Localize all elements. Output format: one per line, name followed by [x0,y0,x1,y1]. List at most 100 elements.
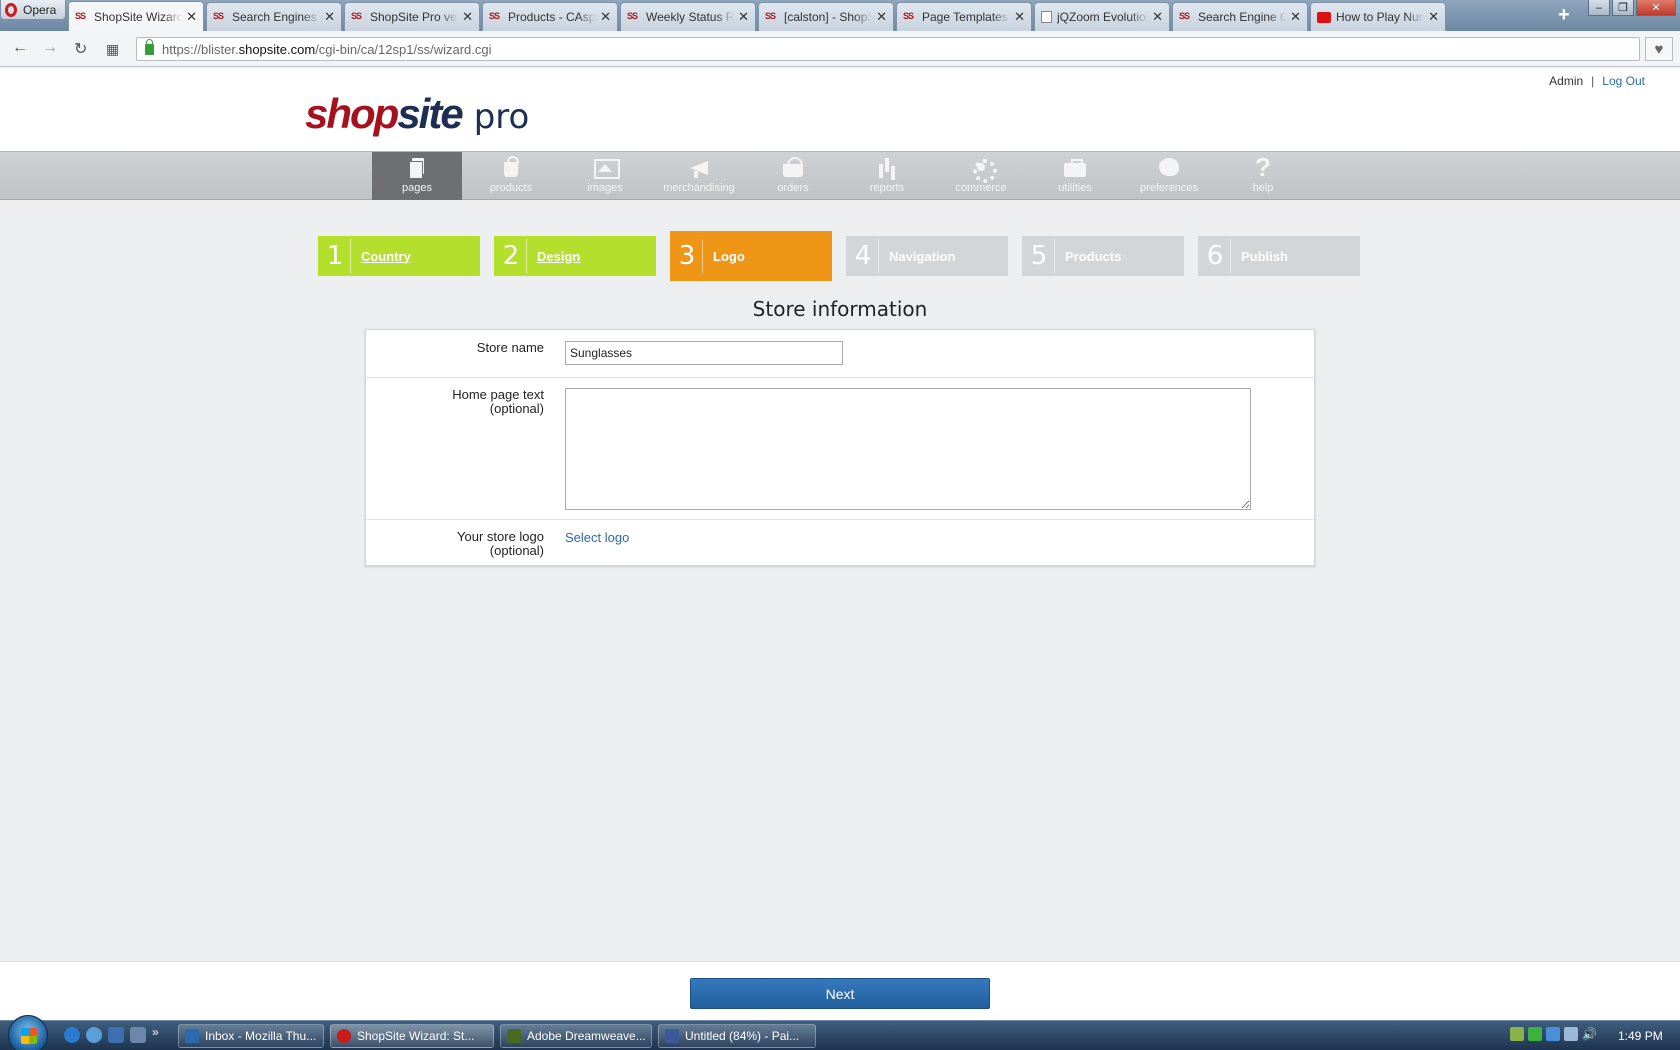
taskbar-item-label: Adobe Dreamweave... [527,1029,646,1043]
desktop-icon[interactable] [108,1027,124,1043]
start-button[interactable] [8,1015,48,1050]
wizard-step-publish: 6 Publish [1198,236,1360,276]
tab-close-icon[interactable]: ✕ [324,9,335,25]
restore-icon[interactable]: ❐ [1612,0,1634,16]
address-bar: ← → ↻ ▦ https://blister.shopsite.com/cgi… [0,31,1680,67]
taskbar-item-label: Untitled (84%) - Pai... [685,1029,800,1043]
tab-title: [calston] - ShopSi [784,10,873,24]
nav-label: orders [777,182,809,194]
tab-close-icon[interactable]: ✕ [186,9,197,25]
browser-tab[interactable]: SS Page Templates in ✕ [896,2,1032,31]
pages-icon [406,156,428,179]
page-header: shop site pro Admin | Log Out [0,68,1680,151]
browser-tab[interactable]: jQZoom Evolution ✕ [1034,2,1170,31]
bookmark-heart-icon[interactable]: ♥ [1645,37,1673,61]
nav-item-commerce[interactable]: commerce [936,152,1026,200]
link-separator: | [1591,74,1595,88]
minimize-icon[interactable]: – [1588,0,1610,16]
step-label: Navigation [889,248,956,264]
back-arrow-icon[interactable]: ← [12,39,28,57]
wizard-step-design[interactable]: 2 Design [494,236,656,276]
volume-icon[interactable]: 🔊 [1582,1027,1597,1041]
nav-item-help[interactable]: ? help [1218,152,1308,200]
shopsite-favicon-icon: SS [351,11,362,21]
step-number: 3 [678,241,696,271]
basket-icon [782,156,804,178]
tab-close-icon[interactable]: ✕ [876,9,887,25]
url-field[interactable]: https://blister.shopsite.com/cgi-bin/ca/… [136,37,1640,61]
nav-item-merchandising[interactable]: merchandising [654,152,744,200]
quicklaunch-more-icon[interactable]: » [152,1025,168,1041]
next-button[interactable]: Next [690,978,990,1009]
dreamweaver-icon [507,1029,521,1043]
thunderbird-quicklaunch-icon[interactable] [86,1027,102,1043]
url-text: https://blister.shopsite.com/cgi-bin/ca/… [162,41,492,57]
taskbar-item[interactable]: Untitled (84%) - Pai... [658,1024,816,1048]
browser-tab[interactable]: SS ShopSite Wizard: S ✕ [68,1,204,31]
tab-title: Weekly Status Rep [646,10,735,24]
network-icon[interactable] [1510,1027,1524,1041]
tab-title: ShopSite Pro vers [370,10,459,24]
speed-dial-grid-icon[interactable]: ▦ [106,41,119,58]
browser-tab[interactable]: SS Products - CAsp3 ✕ [482,2,618,31]
megaphone-icon [688,156,710,178]
internet-explorer-icon[interactable] [64,1027,80,1043]
logo-site-text: site [397,90,463,137]
tab-close-icon[interactable]: ✕ [1152,9,1163,25]
gear-icon [970,156,997,183]
browser-tab[interactable]: SS Search Engine Op ✕ [1172,2,1308,31]
wizard-step-country[interactable]: 1 Country [318,236,480,276]
store-logo-label: Your store logo (optional) [344,530,544,558]
tab-close-icon[interactable]: ✕ [1290,9,1301,25]
nav-item-reports[interactable]: reports [842,152,932,200]
nav-label: commerce [955,182,1007,194]
tab-title: How to Play Num [1336,10,1425,24]
select-logo-link[interactable]: Select logo [565,530,629,545]
tab-title: Page Templates in [922,10,1010,24]
logout-link[interactable]: Log Out [1602,74,1645,88]
opera-menu-button[interactable]: Opera [0,0,66,20]
tab-close-icon[interactable]: ✕ [1428,9,1439,25]
step-divider [702,239,703,273]
browser-tab[interactable]: SS [calston] - ShopSi ✕ [758,2,894,31]
store-name-input[interactable] [565,341,843,365]
window-close-icon[interactable]: ✕ [1636,0,1676,16]
dropbox-icon[interactable] [1564,1027,1578,1041]
browser-tab[interactable]: SS Search Engines ✕ [206,2,342,31]
explorer-icon[interactable] [130,1027,146,1043]
reload-icon[interactable]: ↻ [74,39,87,59]
tab-close-icon[interactable]: ✕ [462,9,473,25]
nav-item-images[interactable]: images [560,152,650,200]
taskbar-item[interactable]: Inbox - Mozilla Thu... [178,1024,324,1048]
taskbar-item[interactable]: Adobe Dreamweave... [500,1024,652,1048]
nav-item-orders[interactable]: orders [748,152,838,200]
tab-close-icon[interactable]: ✕ [600,9,611,25]
home-page-text-area[interactable] [565,388,1251,510]
browser-tab[interactable]: SS ShopSite Pro vers ✕ [344,2,480,31]
store-name-label: Store name [476,340,544,355]
tab-close-icon[interactable]: ✕ [738,9,749,25]
shopsite-favicon-icon: SS [903,11,914,21]
section-title: Store information [752,297,928,321]
new-tab-button[interactable]: + [1558,4,1570,27]
sync-icon[interactable] [1546,1027,1560,1041]
shopsite-favicon-icon: SS [75,10,86,21]
home-text-label-main: Home page text [452,387,544,402]
forward-arrow-icon[interactable]: → [42,39,58,57]
nav-item-preferences[interactable]: preferences [1124,152,1214,200]
nav-item-pages[interactable]: pages [372,152,462,200]
step-label: Country [361,248,411,264]
system-tray: 🔊 [1510,1027,1597,1041]
windows-taskbar: » Inbox - Mozilla Thu... ShopSite Wizard… [0,1015,1680,1050]
security-check-icon[interactable] [1528,1027,1542,1041]
opera-logo-icon [5,2,17,17]
nav-item-products[interactable]: products [466,152,556,200]
browser-tab[interactable]: SS Weekly Status Rep ✕ [620,2,756,31]
wizard-step-navigation: 4 Navigation [846,236,1008,276]
nav-item-utilities[interactable]: utilities [1030,152,1120,200]
taskbar-clock[interactable]: 1:49 PM [1618,1029,1663,1043]
tab-title: Search Engines [232,10,317,24]
taskbar-item[interactable]: ShopSite Wizard: St... [330,1024,494,1048]
tab-close-icon[interactable]: ✕ [1014,9,1025,25]
browser-tab[interactable]: How to Play Num ✕ [1310,2,1446,31]
